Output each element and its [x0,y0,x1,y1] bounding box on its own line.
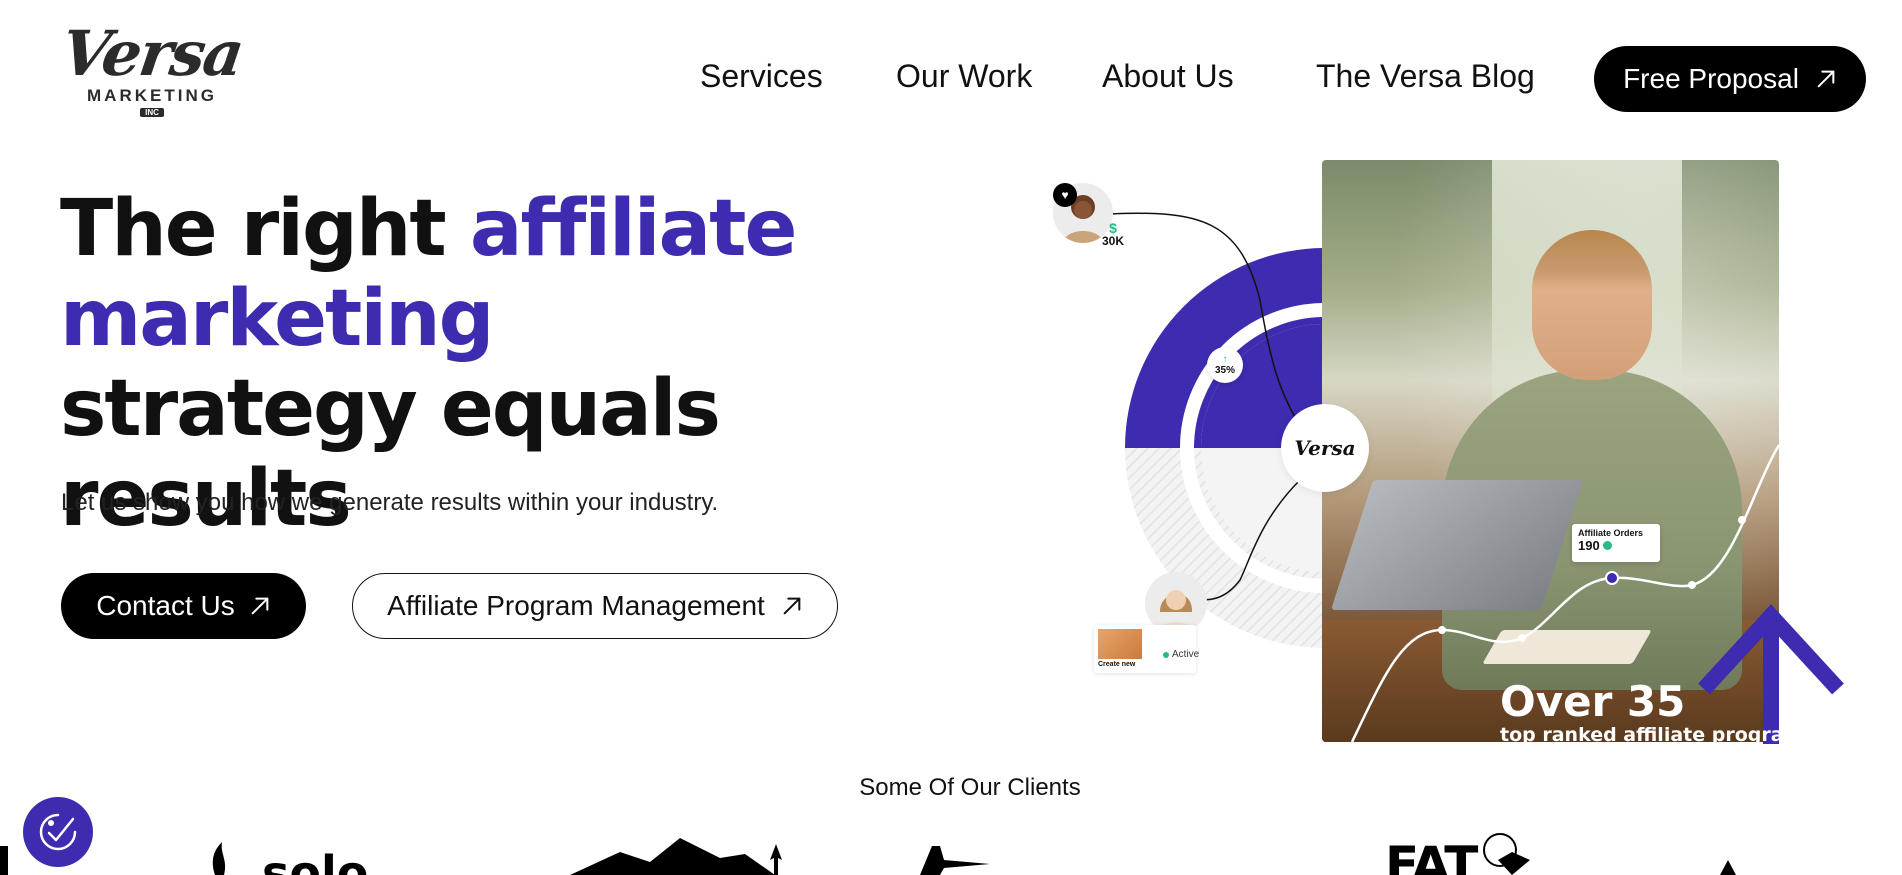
product-thumbnail [1098,629,1142,659]
growth-arrow-icon [1698,604,1844,744]
affiliate-orders-value: 190 [1578,538,1600,553]
clients-heading: Some Of Our Clients [859,774,1081,801]
affiliate-orders-card: Affiliate Orders 190 [1572,524,1660,562]
versa-badge: Versa [1281,404,1369,492]
growth-percent-badge: ↑ 35% [1207,347,1243,383]
earnings-value: 30K [1102,234,1125,248]
heart-icon: ♥ [1053,183,1077,207]
arrow-up-icon: ↑ [1222,354,1228,365]
create-new-label: Create new [1098,661,1136,668]
status-active-label: Active [1172,649,1200,660]
affiliate-orders-label: Affiliate Orders [1578,528,1644,538]
earnings-label: $ 30K [1102,221,1125,248]
status-dot-icon [1602,541,1612,550]
stat-headline: Over 35 [1500,677,1686,726]
status-dot-icon [1163,651,1169,658]
accessibility-icon [39,813,77,851]
page: Versa MARKETING INC Services Our Work Ab… [0,0,1902,875]
growth-percent-value: 35% [1214,365,1235,376]
status-active: Active [1163,649,1199,660]
client-logo-solo: solo [262,846,369,875]
client-logo-fat: FAT [1385,836,1478,875]
stat-caption: top ranked affiliate programs [1500,724,1782,744]
accessibility-button[interactable] [23,797,93,867]
